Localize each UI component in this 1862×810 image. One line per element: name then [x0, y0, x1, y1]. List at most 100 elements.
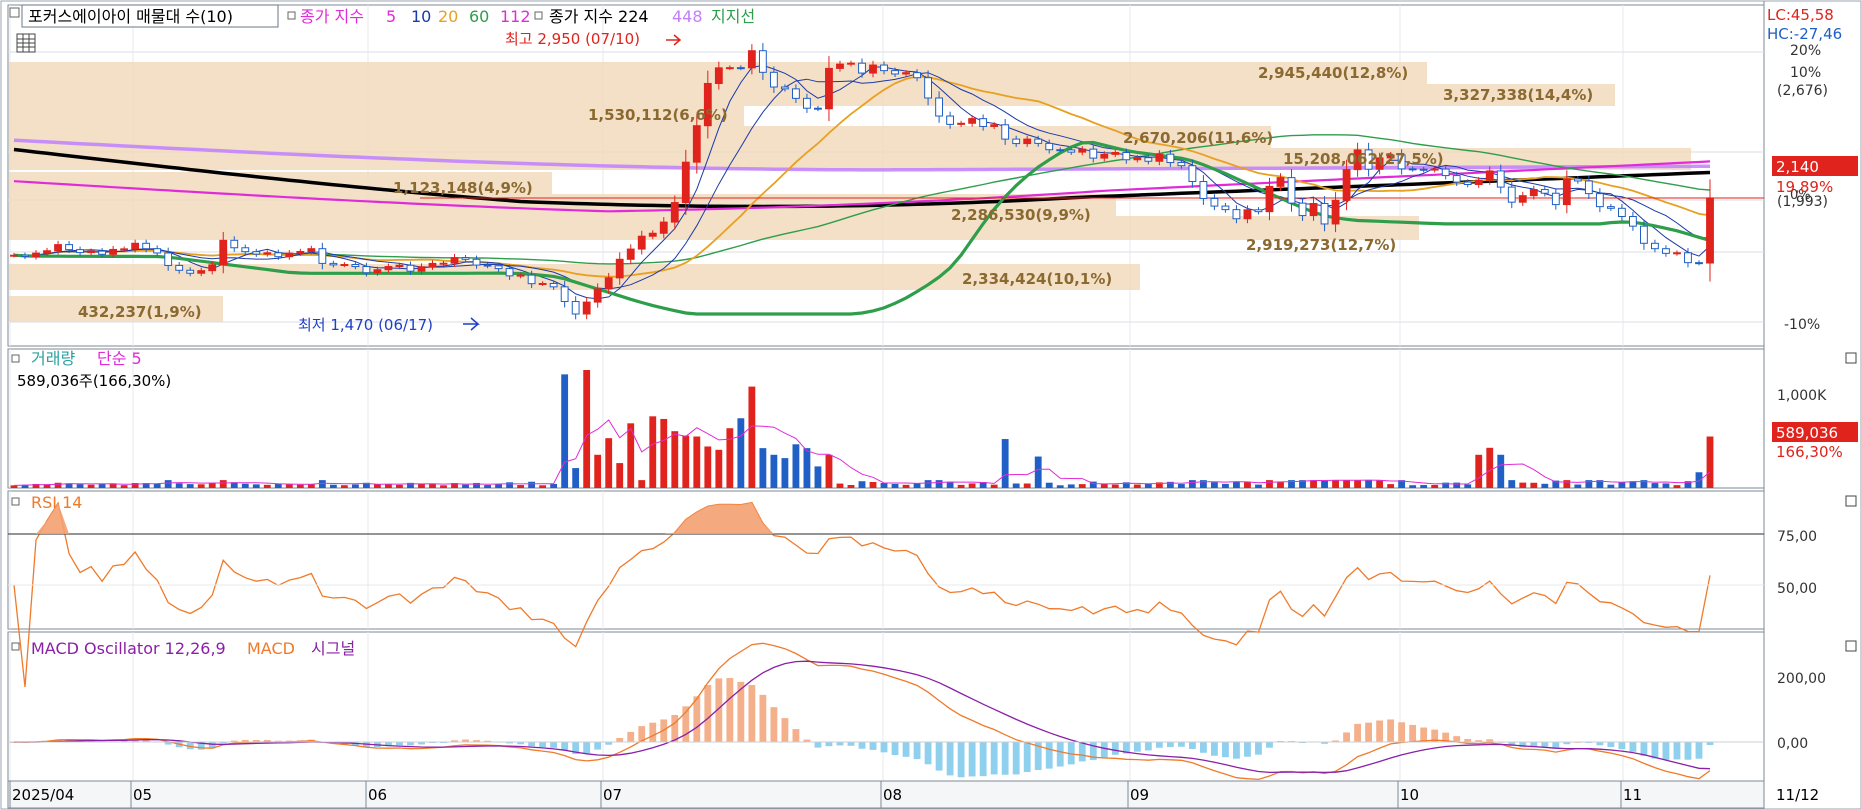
x-axis-label: 07	[603, 786, 622, 804]
volume-bar	[506, 482, 513, 488]
volume-bar	[296, 484, 304, 488]
macd-osc-bar	[1662, 742, 1670, 760]
volume-bar	[1464, 484, 1472, 488]
rsi-toggle-icon[interactable]	[11, 497, 20, 506]
volume-bar	[1409, 485, 1417, 488]
volume-bar	[1651, 483, 1659, 488]
volume-profile-label: 2,334,424(10,1%)	[962, 270, 1112, 288]
macd-osc-bar	[1398, 722, 1406, 742]
volume-bar	[561, 374, 569, 488]
volume-profile-label: 2,286,530(9,9%)	[951, 206, 1091, 224]
volume-bar	[1310, 480, 1317, 488]
volume-bar	[318, 480, 326, 488]
volume-bar	[186, 484, 194, 488]
volume-profile-bar	[9, 216, 1419, 240]
macd-osc-bar	[825, 742, 833, 747]
indicator-title[interactable]: 포커스에이아이 매물대 수(10)	[28, 7, 233, 26]
macd-osc-bar	[1673, 742, 1681, 760]
macd-osc-bar	[1233, 742, 1240, 759]
volume-bar	[671, 431, 679, 488]
rsi-tick-75: 75,00	[1777, 529, 1817, 545]
macd-tick-200: 200,00	[1777, 671, 1826, 687]
macd-osc-bar	[748, 685, 756, 742]
volume-bar	[1266, 480, 1273, 488]
rsi-panel-close-icon[interactable]	[1845, 495, 1857, 507]
volume-toggle-icon[interactable]	[11, 354, 20, 363]
volume-bar	[1023, 483, 1031, 488]
macd-osc-bar	[946, 742, 954, 776]
volume-bar	[1177, 484, 1185, 488]
volume-panel-close-icon[interactable]	[1845, 352, 1857, 364]
volume-bar	[1144, 483, 1152, 488]
macd-osc-bar	[1001, 742, 1009, 775]
volume-bar	[726, 428, 734, 488]
volume-bar	[76, 484, 84, 488]
volume-bar	[1343, 480, 1350, 488]
volume-bar	[87, 484, 95, 488]
macd-osc-bar	[1155, 742, 1163, 748]
axis-pct-10: 10%	[1790, 65, 1821, 81]
volume-bar	[1001, 439, 1009, 488]
volume-bar	[748, 386, 756, 488]
macd-osc-bar	[1056, 742, 1064, 767]
axis-ref-high: (2,676)	[1777, 83, 1828, 99]
volume-bar	[175, 483, 183, 488]
table-icon[interactable]	[16, 33, 36, 53]
macd-osc-bar	[869, 742, 877, 750]
volume-bar	[649, 416, 657, 488]
volume-bar	[219, 480, 227, 488]
volume-bar	[1222, 483, 1229, 488]
macd-osc-bar	[539, 742, 547, 748]
x-axis-label: 09	[1130, 786, 1149, 804]
volume-bar	[990, 484, 998, 488]
macd-osc-bar	[583, 742, 591, 754]
macd-osc-bar	[726, 678, 734, 742]
volume-bar	[517, 485, 525, 488]
volume-bar	[858, 481, 866, 488]
macd-toggle-icon[interactable]	[11, 642, 20, 651]
volume-bar	[98, 484, 106, 488]
volume-bar	[1056, 485, 1064, 488]
volume-bar	[957, 484, 965, 488]
legend-toggle-icon[interactable]	[9, 7, 20, 18]
x-axis-label: 06	[368, 786, 387, 804]
ma-toggle-icon[interactable]	[287, 11, 296, 20]
macd-osc-bar	[627, 731, 635, 742]
macd-osc-bar	[1100, 742, 1108, 758]
volume-bar	[704, 446, 712, 488]
volume-title: 거래량	[31, 349, 75, 368]
volume-bar	[1420, 485, 1428, 488]
macd-osc-bar	[1211, 742, 1218, 756]
volume-bar	[1376, 480, 1384, 488]
macd-osc-bar	[649, 722, 657, 742]
volume-bar	[208, 482, 216, 488]
volume-bar	[1255, 484, 1262, 488]
macd-osc-bar	[1409, 724, 1417, 742]
macd-panel-close-icon[interactable]	[1845, 640, 1857, 652]
volume-profile-label: 1,123,148(4,9%)	[393, 179, 533, 197]
volume-bar	[484, 485, 491, 488]
macd-osc-bar	[1045, 742, 1053, 769]
volume-bar	[462, 484, 469, 488]
volume-bar	[1607, 484, 1615, 488]
volume-bar	[1486, 447, 1494, 488]
volume-profile-label: 2,945,440(12,8%)	[1258, 64, 1408, 82]
volume-bar	[1067, 484, 1075, 488]
chart-canvas[interactable]: 2,945,440(12,8%) 3,327,338(14,4%) 1,530,11…	[0, 0, 1862, 810]
x-axis-label: 08	[883, 786, 902, 804]
ma224-toggle-icon[interactable]	[534, 11, 543, 20]
volume-bar	[153, 483, 161, 488]
macd-osc-bar	[858, 742, 866, 749]
volume-bar	[902, 484, 910, 488]
lc-readout: LC:45,58	[1767, 6, 1834, 24]
volume-bar	[1519, 482, 1527, 488]
volume-bar	[164, 480, 172, 488]
rsi-title: RSI 14	[31, 493, 82, 512]
volume-bar	[1332, 480, 1339, 488]
volume-bar	[1497, 454, 1505, 488]
volume-bar	[946, 481, 954, 488]
macd-osc-bar	[836, 742, 844, 746]
x-axis-label: 2025/04	[12, 786, 74, 804]
macd-osc-bar	[1541, 742, 1549, 747]
macd-osc-bar	[550, 742, 558, 748]
